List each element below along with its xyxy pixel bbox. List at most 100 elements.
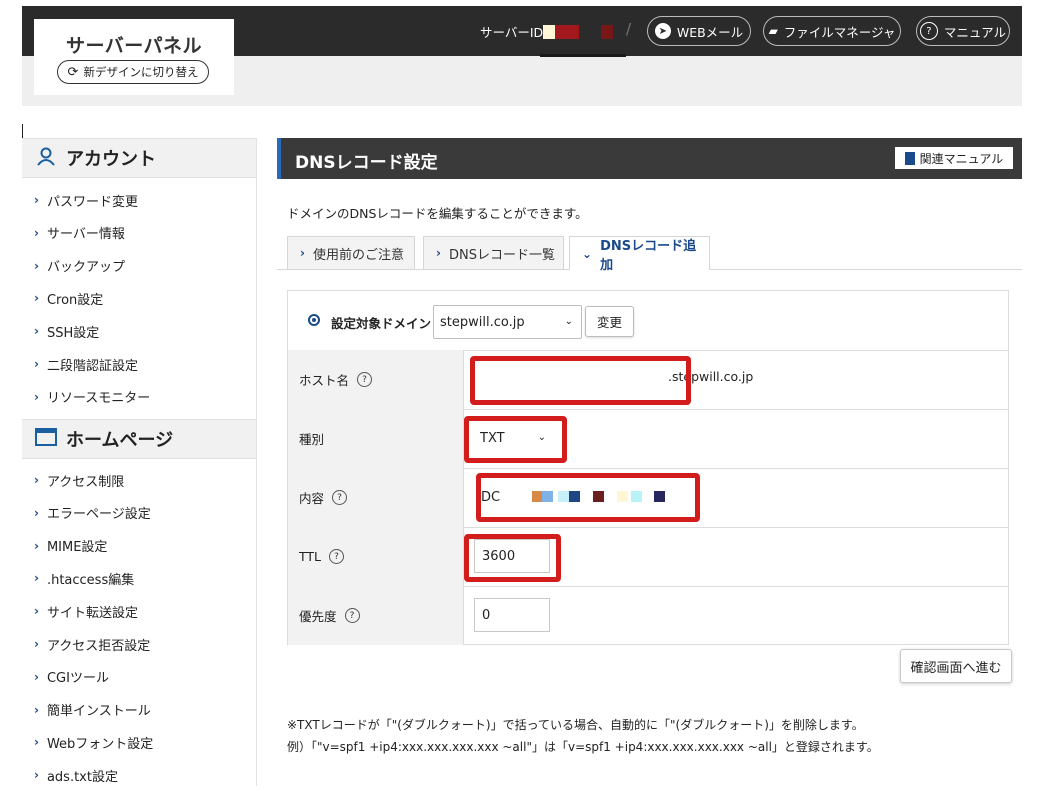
sidebar-item-label: Webフォント設定 [46, 736, 154, 752]
chevron-right-icon: › [34, 604, 39, 619]
chevron-right-icon: › [34, 291, 39, 306]
host-label-cell: ホスト名 ? [288, 350, 464, 409]
tab-label: DNSレコード追加 [600, 238, 697, 273]
related-manual-button[interactable]: 関連マニュアル [895, 147, 1013, 169]
webmail-label: WEBメール [676, 24, 744, 40]
help-icon[interactable]: ? [329, 549, 345, 564]
sidebar-item[interactable]: › 二段階認証設定 [22, 348, 256, 380]
refresh-icon: ⟳ [67, 64, 79, 80]
manual-label: マニュアル [943, 24, 1007, 40]
tab-dns-add[interactable]: ⌄ DNSレコード追加 [569, 236, 710, 273]
ttl-label-cell: TTL ? [288, 527, 464, 586]
sidebar-item[interactable]: › リソースモニター [22, 381, 256, 413]
sidebar-item[interactable]: › バックアップ [22, 250, 256, 282]
sidebar-heading-label: ホームページ [66, 430, 174, 451]
sidebar-item-label: CGIツール [46, 671, 109, 687]
target-domain-select[interactable]: stepwill.co.jp ⌄ [433, 305, 582, 339]
sidebar-item-label: バックアップ [46, 260, 125, 276]
help-icon[interactable]: ? [332, 490, 348, 505]
chevron-right-icon: › [34, 225, 39, 240]
confirm-button[interactable]: 確認画面へ進む [900, 649, 1012, 683]
sidebar-item-label: .htaccess編集 [46, 572, 135, 588]
server-id-underline [540, 54, 626, 57]
priority-label-cell: 優先度 ? [288, 586, 464, 645]
sidebar-item-label: パスワード変更 [46, 194, 138, 210]
sidebar-item-label: MIME設定 [46, 540, 108, 556]
filemanager-label: ファイルマネージャ [783, 24, 896, 40]
chevron-right-icon: › [34, 258, 39, 273]
target-domain-value: stepwill.co.jp [440, 314, 525, 330]
sidebar-heading-label: アカウント [66, 149, 156, 170]
type-label-cell: 種別 [288, 409, 464, 468]
book-icon [904, 151, 915, 165]
sidebar-item-label: 簡単インストール [46, 704, 151, 720]
page-title-bar: DNSレコード設定 関連マニュアル [277, 138, 1022, 179]
chevron-right-icon: › [34, 357, 39, 371]
dns-record-form: 設定対象ドメイン stepwill.co.jp ⌄ 変更 ホスト名 ? .ste… [287, 290, 1009, 645]
sidebar-item-label: サーバー情報 [46, 227, 125, 243]
switch-design-label: 新デザインに切り替え [83, 65, 199, 79]
change-domain-button[interactable]: 変更 [585, 306, 634, 337]
target-domain-label: 設定対象ドメイン [331, 316, 432, 331]
host-row: ホスト名 ? .stepwill.co.jp [288, 350, 1008, 410]
header-separator: / [626, 20, 632, 38]
sidebar-item[interactable]: › アクセス制限 [22, 464, 256, 496]
highlight-box-host [470, 356, 691, 405]
server-id-label: サーバーID [480, 25, 544, 40]
tab-precautions[interactable]: › 使用前のご注意 [287, 236, 415, 269]
priority-row: 優先度 ? 0 [288, 586, 1008, 645]
sidebar-item[interactable]: › アクセス拒否設定 [22, 628, 256, 660]
sidebar-item-label: SSH設定 [46, 325, 100, 341]
chevron-right-icon: › [436, 246, 441, 260]
redacted-server-id [555, 24, 580, 39]
sidebar-item[interactable]: › Cron設定 [22, 282, 256, 314]
sidebar-item[interactable]: › サイト転送設定 [22, 595, 256, 627]
manual-button[interactable]: ? マニュアル [916, 16, 1010, 46]
server-id: サーバーID [480, 22, 614, 41]
sidebar-item-label: 二段階認証設定 [46, 358, 138, 374]
content-label-cell: 内容 ? [288, 468, 464, 527]
chevron-right-icon: › [34, 571, 39, 586]
help-icon[interactable]: ? [357, 372, 373, 387]
chevron-right-icon: › [300, 246, 305, 260]
ttl-row: TTL ? 3600 [288, 527, 1008, 587]
sidebar-item-label: リソースモニター [46, 391, 151, 407]
chevron-right-icon: › [34, 473, 39, 487]
chevron-right-icon: › [34, 768, 39, 783]
sidebar-item[interactable]: › 簡単インストール [22, 694, 256, 726]
sidebar-heading-account: アカウント [22, 138, 256, 178]
logo-title: サーバーパネル [65, 35, 203, 57]
content-row: 内容 ? DC [288, 468, 1008, 528]
chevron-right-icon: › [34, 538, 39, 553]
redacted-server-id [601, 24, 614, 39]
target-domain-radio[interactable] [308, 314, 320, 326]
highlight-box-type [464, 416, 567, 463]
sidebar-item[interactable]: › .htaccess編集 [22, 562, 256, 594]
chevron-right-icon: › [34, 669, 39, 684]
filemanager-button[interactable]: ▰ ファイルマネージャ [763, 16, 901, 46]
sidebar-item[interactable]: › Webフォント設定 [22, 726, 256, 758]
help-icon[interactable]: ? [344, 608, 360, 623]
sidebar-item[interactable]: › ads.txt設定 [22, 759, 256, 791]
sidebar-item-label: Cron設定 [46, 292, 104, 308]
page-title: DNSレコード設定 [295, 153, 438, 173]
help-circle-icon: ? [919, 22, 938, 40]
type-row: 種別 TXT ⌄ [288, 409, 1008, 469]
folder-icon: ▰ [768, 24, 778, 38]
sidebar-item[interactable]: › CGIツール [22, 661, 256, 693]
tab-dns-list[interactable]: › DNSレコード一覧 [423, 236, 564, 269]
logo-box: サーバーパネル ⟳ 新デザインに切り替え [34, 19, 234, 95]
sidebar-item[interactable]: › エラーページ設定 [22, 497, 256, 529]
chevron-right-icon: › [34, 637, 39, 651]
priority-input[interactable]: 0 [474, 598, 550, 632]
chevron-right-icon: › [34, 324, 39, 339]
webmail-button[interactable]: ➤ WEBメール [647, 16, 751, 46]
switch-design-button[interactable]: ⟳ 新デザインに切り替え [57, 60, 209, 84]
tab-label: DNSレコード一覧 [448, 247, 555, 263]
sidebar-item[interactable]: › SSH設定 [22, 315, 256, 347]
sidebar-item[interactable]: › サーバー情報 [22, 217, 256, 249]
note-line-2: 例）「"v=spf1 +ip4:xxx.xxx.xxx.xxx ~all"」は「… [287, 740, 879, 754]
sidebar-item[interactable]: › MIME設定 [22, 530, 256, 562]
sidebar-item[interactable]: › パスワード変更 [22, 184, 256, 216]
chevron-right-icon: › [34, 735, 39, 750]
